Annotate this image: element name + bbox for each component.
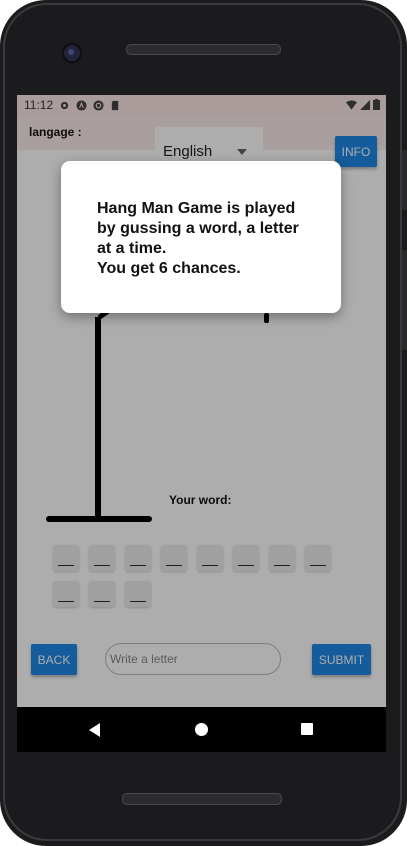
phone-frame: 11:12 langage: English INFO Your word: …	[0, 0, 407, 846]
system-nav-bar	[17, 707, 386, 752]
volume-button	[402, 150, 407, 210]
app-screen: 11:12 langage: English INFO Your word: …	[17, 95, 386, 707]
bottom-speaker	[122, 793, 282, 805]
back-triangle-icon[interactable]	[89, 723, 100, 737]
recents-square-icon[interactable]	[301, 723, 313, 735]
home-circle-icon[interactable]	[195, 723, 208, 736]
dialog-message: Hang Man Game is played by gussing a wor…	[97, 200, 299, 277]
power-button	[402, 250, 407, 350]
info-dialog: Hang Man Game is played by gussing a wor…	[61, 161, 341, 313]
front-camera-icon	[62, 43, 82, 63]
top-speaker	[126, 44, 281, 55]
